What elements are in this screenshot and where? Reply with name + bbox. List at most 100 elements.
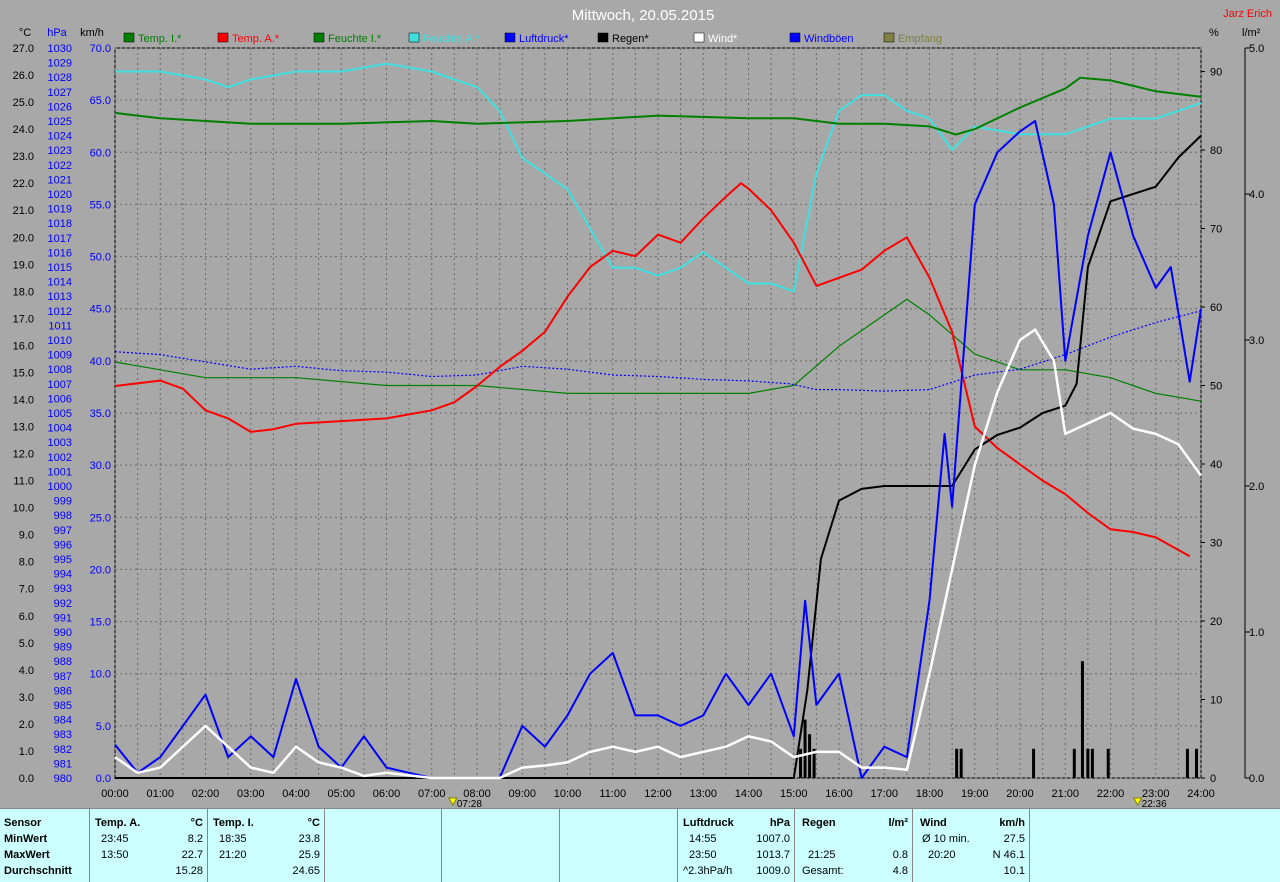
pressure-tick-label: 997	[54, 525, 72, 537]
x-tick-label: 04:00	[282, 788, 310, 800]
legend-swatch	[883, 32, 895, 43]
temp-tick-label: 27.0	[13, 43, 34, 55]
author-label: Jarz Erich	[1223, 8, 1272, 20]
humidity-tick-label: 20	[1210, 616, 1222, 628]
pressure-tick-label: 1004	[48, 423, 72, 435]
temp-tick-label: 9.0	[19, 530, 34, 542]
x-tick-label: 09:00	[508, 788, 536, 800]
x-tick-label: 11:00	[599, 788, 626, 800]
pressure-tick-label: 1023	[48, 145, 72, 157]
pressure-tick-label: 1003	[48, 437, 72, 449]
wind-tick-label: 50.0	[90, 252, 111, 264]
temp-i-unit: °C	[307, 817, 320, 829]
temp-a-avg: 15.28	[175, 865, 203, 877]
rain-bar	[1106, 748, 1110, 778]
legend-swatch	[504, 32, 516, 43]
rain-tick-label: 1.0	[1249, 627, 1264, 639]
rain-column: Regen l/m² 21:25 0.8 Gesamt: 4.8	[794, 809, 913, 882]
weather-chart: 00:00 01:00 02:00 03:00 04:00 05:00 06:00 07:00…	[13, 7, 1272, 808]
temp-i-min-value: 23.8	[298, 833, 320, 845]
pressure-max-value: 1013.7	[756, 849, 790, 861]
rain-bar	[955, 748, 959, 778]
rain-bar	[1032, 748, 1036, 778]
row-label-min: MinWert	[4, 833, 48, 845]
wind-header: Wind	[920, 817, 947, 829]
pressure-tick-label: 998	[54, 510, 72, 522]
wind-max-time: 20:20	[928, 849, 956, 861]
rain-unit-label: l/m²	[1242, 27, 1261, 39]
pressure-max-time: 23:50	[689, 849, 717, 861]
legend-swatch	[217, 32, 229, 43]
pressure-tick-label: 1017	[48, 233, 72, 245]
temp-tick-label: 8.0	[19, 557, 34, 569]
rain-unit: l/m²	[888, 817, 908, 829]
pressure-tick-label: 1022	[48, 160, 72, 172]
x-tick-label: 15:00	[780, 788, 808, 800]
pressure-tick-label: 1000	[48, 481, 72, 493]
pressure-tick-label: 1008	[48, 364, 72, 376]
pressure-column: Luftdruck hPa 14:55 1007.0 23:50 1013.7 ^2.…	[677, 809, 795, 882]
temp-tick-label: 11.0	[13, 476, 34, 488]
temp-tick-label: 12.0	[13, 449, 34, 461]
temp-a-header: Temp. A.	[95, 817, 141, 829]
sun-marker	[448, 797, 458, 807]
x-tick-label: 01:00	[146, 788, 174, 800]
temp-i-min-time: 18:35	[219, 833, 247, 845]
wind-tick-label: 25.0	[90, 512, 111, 524]
temp-tick-label: 15.0	[13, 367, 34, 379]
pressure-tick-label: 1015	[48, 262, 72, 274]
wind-avg: 10.1	[1003, 865, 1025, 877]
legend-label: Luftdruck*	[519, 33, 569, 45]
temp-tick-label: 2.0	[19, 719, 34, 731]
wind-tick-label: 5.0	[96, 721, 111, 733]
pressure-tick-label: 986	[54, 685, 72, 697]
legend-label: Wind*	[708, 33, 738, 45]
temp-i-header: Temp. I.	[213, 817, 254, 829]
pressure-tick-label: 990	[54, 627, 72, 639]
pressure-tick-label: 1024	[48, 131, 72, 143]
wind-tick-label: 55.0	[90, 199, 111, 211]
rain-bar	[959, 748, 963, 778]
pressure-tick-label: 996	[54, 539, 72, 551]
pressure-tick-label: 985	[54, 700, 72, 712]
wind-avg10-label: Ø 10 min.	[922, 833, 970, 845]
wind-tick-label: 45.0	[90, 304, 111, 316]
temp-tick-label: 24.0	[13, 124, 34, 136]
legend-label: Empfang	[898, 33, 942, 45]
x-tick-label: 18:00	[916, 788, 944, 800]
x-tick-label: 22:00	[1097, 788, 1125, 800]
temp-tick-label: 20.0	[13, 232, 34, 244]
wind-tick-label: 40.0	[90, 356, 111, 368]
humidity-tick-label: 60	[1210, 302, 1222, 314]
humidity-tick-label: 10	[1210, 695, 1222, 707]
humidity-tick-label: 80	[1210, 145, 1222, 157]
humidity-tick-label: 0	[1210, 773, 1216, 785]
temp-tick-label: 22.0	[13, 178, 34, 190]
pressure-tick-label: 1018	[48, 218, 72, 230]
humidity-unit-label: %	[1209, 27, 1219, 39]
temp-tick-label: 21.0	[13, 205, 34, 217]
rain-tick-label: 0.0	[1249, 773, 1264, 785]
legend-label: Temp. I.*	[138, 33, 182, 45]
x-tick-label: 10:00	[554, 788, 582, 800]
humidity-tick-label: 30	[1210, 538, 1222, 550]
legend-swatch	[313, 32, 325, 43]
sensor-column: Sensor MinWert MaxWert Durchschnitt	[0, 809, 90, 882]
temp-tick-label: 18.0	[13, 286, 34, 298]
wind-tick-label: 70.0	[90, 43, 111, 55]
pressure-tick-label: 1026	[48, 101, 72, 113]
row-label-max: MaxWert	[4, 849, 50, 861]
pressure-tick-label: 1014	[48, 277, 72, 289]
rain-tick-label: 2.0	[1249, 481, 1264, 493]
legend-swatch	[789, 32, 801, 43]
legend-swatch	[597, 32, 609, 43]
pressure-tick-label: 1013	[48, 291, 72, 303]
temp-i-max-time: 21:20	[219, 849, 247, 861]
sun-marker-label: 07:28	[457, 799, 482, 808]
pressure-tick-label: 1002	[48, 452, 72, 464]
pressure-min-value: 1007.0	[756, 833, 790, 845]
sensor-header: Sensor	[4, 817, 42, 829]
temp-tick-label: 3.0	[19, 692, 34, 704]
temp-tick-label: 10.0	[13, 503, 34, 515]
temp-tick-label: 19.0	[13, 259, 34, 271]
